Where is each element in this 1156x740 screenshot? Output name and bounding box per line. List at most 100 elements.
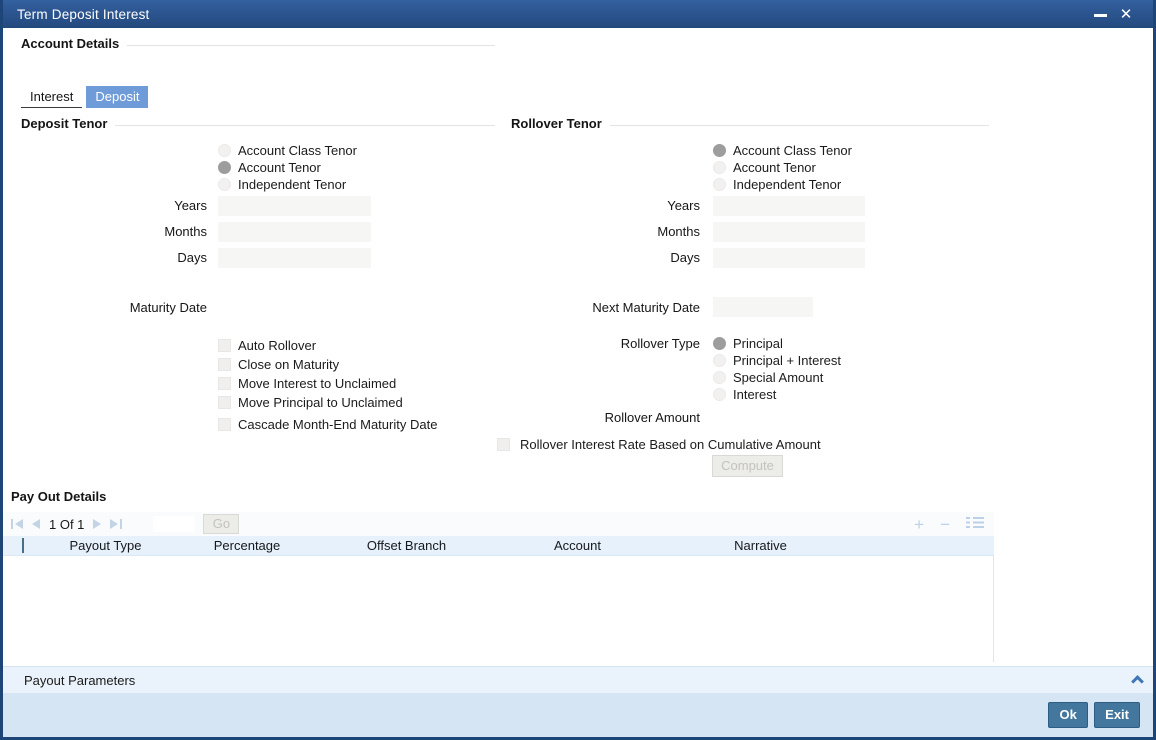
deposit-tenor-section-header: Deposit Tenor [21, 116, 495, 131]
deposit-years-label: Years [174, 198, 207, 213]
minimize-button[interactable] [1087, 7, 1113, 22]
go-button[interactable]: Go [203, 514, 240, 534]
radio-rollover-independent-tenor[interactable]: Independent Tenor [713, 176, 852, 193]
tab-deposit[interactable]: Deposit [86, 86, 149, 108]
payout-parameters-bar[interactable]: Payout Parameters [3, 666, 1153, 693]
exit-button[interactable]: Exit [1094, 702, 1140, 728]
radio-label: Account Tenor [238, 160, 321, 175]
select-all-cell [3, 538, 43, 553]
rollover-tenor-section-header: Rollover Tenor [511, 116, 989, 131]
deposit-options-checkbox-group: Auto Rollover Close on Maturity Move Int… [218, 336, 437, 434]
radio-label: Interest [733, 387, 777, 402]
deposit-months-input[interactable] [218, 222, 371, 242]
previous-page-icon [32, 519, 40, 529]
delete-row-icon[interactable]: − [940, 516, 950, 533]
radio-interest[interactable]: Interest [713, 386, 841, 403]
checkbox-icon [218, 339, 231, 352]
maturity-date-input[interactable] [218, 298, 321, 317]
radio-account-class-tenor[interactable]: Account Class Tenor [218, 142, 357, 159]
rollover-years-label: Years [667, 198, 700, 213]
window-title: Term Deposit Interest [17, 6, 150, 22]
radio-special-amount[interactable]: Special Amount [713, 369, 841, 386]
column-header-account: Account [554, 538, 601, 553]
radio-label: Account Tenor [733, 160, 816, 175]
last-page-icon [120, 519, 123, 529]
select-all-checkbox[interactable] [22, 538, 24, 553]
deposit-tenor-heading: Deposit Tenor [21, 116, 108, 131]
rollover-amount-input[interactable] [713, 407, 865, 427]
radio-selected-icon [713, 144, 726, 157]
radio-label: Independent Tenor [238, 177, 347, 192]
checkbox-icon [218, 396, 231, 409]
rollover-days-label: Days [670, 250, 700, 265]
radio-icon [713, 371, 726, 384]
main-form-area: Account Details Interest Deposit Deposit… [3, 28, 1153, 666]
compute-button[interactable]: Compute [712, 455, 783, 477]
radio-rollover-account-class-tenor[interactable]: Account Class Tenor [713, 142, 852, 159]
window-inner: Term Deposit Interest ✕ Account Details … [3, 0, 1153, 737]
add-row-icon[interactable]: + [914, 516, 924, 533]
last-page-icon [110, 519, 119, 529]
checkbox-label: Rollover Interest Rate Based on Cumulati… [520, 437, 821, 452]
radio-selected-icon [713, 337, 726, 350]
ok-button[interactable]: Ok [1048, 702, 1089, 728]
radio-icon [713, 354, 726, 367]
checkbox-cascade-month-end-maturity-date[interactable]: Cascade Month-End Maturity Date [218, 415, 437, 434]
checkbox-icon [218, 418, 231, 431]
chevron-up-icon[interactable] [1131, 675, 1144, 688]
checkbox-rollover-interest-rate-cumulative[interactable]: Rollover Interest Rate Based on Cumulati… [497, 435, 821, 454]
radio-label: Special Amount [733, 370, 824, 385]
next-page-button[interactable] [93, 519, 102, 529]
radio-label: Principal [733, 336, 783, 351]
checkbox-label: Cascade Month-End Maturity Date [238, 417, 438, 432]
grid-action-icons: + − [914, 516, 984, 533]
radio-independent-tenor[interactable]: Independent Tenor [218, 176, 357, 193]
column-header-percentage: Percentage [213, 538, 281, 553]
page-number-input[interactable] [153, 516, 196, 532]
close-button[interactable]: ✕ [1113, 5, 1139, 23]
deposit-days-label: Days [177, 250, 207, 265]
payout-table-body[interactable] [3, 556, 994, 662]
deposit-years-input[interactable] [218, 196, 371, 216]
radio-principal[interactable]: Principal [713, 335, 841, 352]
previous-page-button[interactable] [32, 519, 40, 529]
rollover-days-input[interactable] [713, 248, 865, 268]
account-details-section-header: Account Details [21, 36, 495, 51]
rollover-years-input[interactable] [713, 196, 865, 216]
payout-parameters-heading: Payout Parameters [24, 672, 136, 688]
last-page-button[interactable] [110, 519, 123, 529]
first-page-button[interactable] [11, 519, 23, 529]
checkbox-close-on-maturity[interactable]: Close on Maturity [218, 355, 437, 374]
rollover-tenor-heading: Rollover Tenor [511, 116, 602, 131]
page-indicator: 1 Of 1 [49, 516, 85, 532]
deposit-days-input[interactable] [218, 248, 371, 268]
column-header-payout-type: Payout Type [69, 538, 142, 553]
footer-action-bar: Ok Exit [3, 693, 1153, 737]
radio-principal-plus-interest[interactable]: Principal + Interest [713, 352, 841, 369]
checkbox-move-principal-to-unclaimed[interactable]: Move Principal to Unclaimed [218, 393, 437, 412]
minimize-icon [1093, 13, 1107, 17]
deposit-months-label: Months [164, 224, 207, 239]
rollover-amount-label: Rollover Amount [604, 410, 700, 425]
checkbox-icon [497, 438, 510, 451]
maturity-date-label: Maturity Date [129, 300, 207, 315]
column-header-offset-branch: Offset Branch [366, 538, 447, 553]
section-rule [115, 124, 495, 126]
section-rule [127, 44, 495, 46]
radio-label: Account Class Tenor [733, 143, 852, 158]
tab-interest[interactable]: Interest [21, 86, 83, 108]
section-rule [609, 124, 989, 126]
single-view-icon[interactable] [966, 516, 984, 532]
radio-rollover-account-tenor[interactable]: Account Tenor [713, 159, 852, 176]
term-deposit-interest-window: Term Deposit Interest ✕ Account Details … [0, 0, 1156, 740]
radio-account-tenor[interactable]: Account Tenor [218, 159, 357, 176]
deposit-tenor-radio-group: Account Class Tenor Account Tenor Indepe… [218, 142, 357, 193]
account-details-heading: Account Details [21, 36, 120, 51]
next-maturity-date-input[interactable] [713, 297, 813, 317]
checkbox-move-interest-to-unclaimed[interactable]: Move Interest to Unclaimed [218, 374, 437, 393]
checkbox-auto-rollover[interactable]: Auto Rollover [218, 336, 437, 355]
rollover-type-radio-group: Principal Principal + Interest Special A… [713, 335, 841, 403]
radio-label: Account Class Tenor [238, 143, 357, 158]
radio-selected-icon [218, 161, 231, 174]
rollover-months-input[interactable] [713, 222, 865, 242]
